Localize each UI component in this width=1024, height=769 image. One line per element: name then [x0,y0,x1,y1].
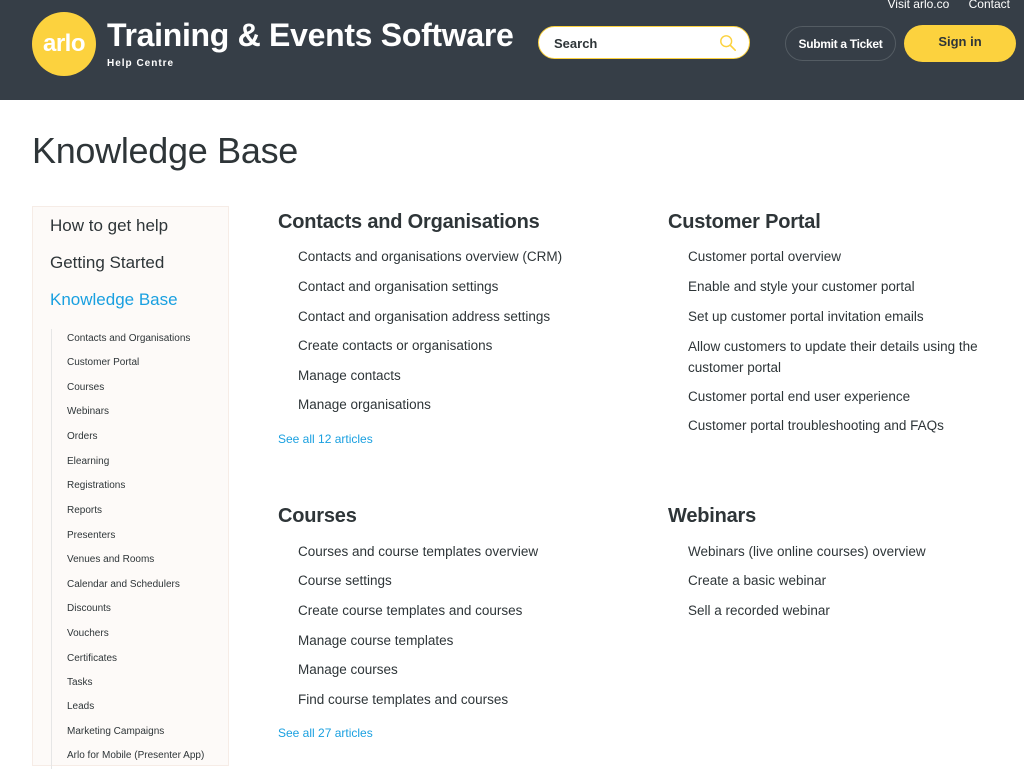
article-link[interactable]: Customer portal end user experience [688,389,910,404]
see-all-courses-link[interactable]: See all 27 articles [278,726,373,740]
see-all-contacts-link[interactable]: See all 12 articles [278,432,373,446]
sidebar-subitem-reports[interactable]: Reports [67,505,102,516]
arlo-logo[interactable]: arlo [32,12,96,76]
article-link[interactable]: Manage contacts [298,368,401,383]
submit-ticket-button[interactable]: Submit a Ticket [785,26,896,61]
article-link[interactable]: Allow customers to update their details … [688,336,988,378]
article-link[interactable]: Webinars (live online courses) overview [688,544,926,559]
sidebar-item-knowledge-base[interactable]: Knowledge Base [50,290,178,310]
sidebar-sub-divider [51,329,52,769]
sidebar: How to get help Getting Started Knowledg… [32,206,229,769]
article-link[interactable]: Sell a recorded webinar [688,603,830,618]
article-link[interactable]: Enable and style your customer portal [688,279,915,294]
article-link[interactable]: Set up customer portal invitation emails [688,309,924,324]
sidebar-subitem-venues[interactable]: Venues and Rooms [67,554,154,565]
article-link[interactable]: Create a basic webinar [688,573,826,588]
sign-in-button[interactable]: Sign in [904,25,1016,62]
sidebar-subitem-discounts[interactable]: Discounts [67,603,111,614]
sidebar-subitem-certificates[interactable]: Certificates [67,653,117,664]
sidebar-subitem-registrations[interactable]: Registrations [67,480,125,491]
sidebar-item-getting-started[interactable]: Getting Started [50,253,164,273]
sidebar-subitem-elearning[interactable]: Elearning [67,456,109,467]
article-link[interactable]: Create course templates and courses [298,603,522,618]
search-icon[interactable] [719,34,737,52]
article-link[interactable]: Contact and organisation settings [298,279,498,294]
sidebar-subitem-vouchers[interactable]: Vouchers [67,628,109,639]
article-link[interactable]: Course settings [298,573,392,588]
category-title-customer-portal[interactable]: Customer Portal [668,211,821,234]
visit-arlo-link[interactable]: Visit arlo.co [887,0,949,11]
article-link[interactable]: Customer portal troubleshooting and FAQs [688,418,944,433]
sidebar-subitem-customer-portal[interactable]: Customer Portal [67,357,139,368]
category-title-webinars[interactable]: Webinars [668,505,756,528]
article-link[interactable]: Contacts and organisations overview (CRM… [298,249,562,264]
article-link[interactable]: Manage course templates [298,633,453,648]
category-title-courses[interactable]: Courses [278,505,357,528]
article-link[interactable]: Create contacts or organisations [298,338,492,353]
sidebar-item-how-to-get-help[interactable]: How to get help [50,216,168,236]
sidebar-subitem-contacts[interactable]: Contacts and Organisations [67,333,190,344]
page-title: Knowledge Base [32,130,298,171]
sidebar-subitem-calendar[interactable]: Calendar and Schedulers [67,579,180,590]
sidebar-subitem-presenters[interactable]: Presenters [67,530,115,541]
sidebar-subitem-mobile[interactable]: Arlo for Mobile (Presenter App) [67,750,204,761]
top-nav: Visit arlo.co Contact [871,0,1010,11]
article-link[interactable]: Contact and organisation address setting… [298,309,550,324]
article-link[interactable]: Customer portal overview [688,249,841,264]
article-link[interactable]: Manage courses [298,662,398,677]
category-title-contacts[interactable]: Contacts and Organisations [278,211,540,234]
sidebar-subitem-webinars[interactable]: Webinars [67,406,109,417]
sidebar-subitem-orders[interactable]: Orders [67,431,98,442]
article-link[interactable]: Manage organisations [298,397,431,412]
site-subtitle: Help Centre [107,58,175,69]
sidebar-subitem-marketing[interactable]: Marketing Campaigns [67,726,164,737]
sidebar-subitem-tasks[interactable]: Tasks [67,677,93,688]
site-title[interactable]: Training & Events Software [107,17,514,54]
article-link[interactable]: Courses and course templates overview [298,544,538,559]
site-header: Visit arlo.co Contact arlo Training & Ev… [0,0,1024,100]
article-link[interactable]: Find course templates and courses [298,692,508,707]
search-input[interactable] [552,27,721,59]
sidebar-subitem-leads[interactable]: Leads [67,701,94,712]
logo-text: arlo [42,30,86,57]
sidebar-subitem-courses[interactable]: Courses [67,382,104,393]
contact-link[interactable]: Contact [969,0,1010,11]
search-box[interactable] [538,26,750,59]
